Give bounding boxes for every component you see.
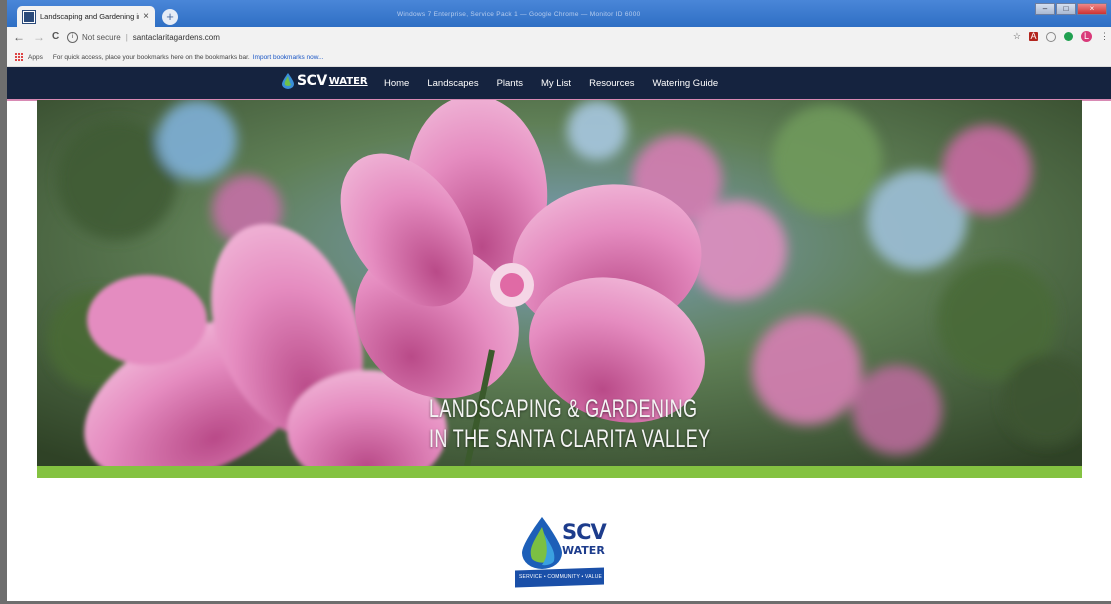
hero-title: LANDSCAPING & GARDENING IN THE SANTA CLA… [429, 394, 710, 454]
hero-banner: LANDSCAPING & GARDENING IN THE SANTA CLA… [37, 100, 1082, 466]
nav-watering-guide[interactable]: Watering Guide [644, 78, 728, 89]
bookmarks-bar: Apps For quick access, place your bookma… [7, 48, 1111, 67]
security-label: Not secure [82, 33, 121, 42]
url-separator: | [125, 33, 128, 42]
extensions-area: ☆ A L ⋮ [1013, 31, 1109, 42]
nav-resources[interactable]: Resources [580, 78, 643, 89]
new-tab-button[interactable]: + [162, 9, 178, 25]
site-header: SCV WATER Home Landscapes Plants My List… [7, 67, 1111, 101]
apps-shortcut[interactable]: Apps [28, 54, 43, 61]
nav-plants[interactable]: Plants [488, 78, 532, 89]
water-drop-logo-icon [522, 517, 562, 569]
window-controls: – □ × [1035, 3, 1107, 15]
hero-title-line2: IN THE SANTA CLARITA VALLEY [429, 425, 711, 453]
import-bookmarks-link[interactable]: Import bookmarks now... [253, 54, 324, 61]
nav-my-list[interactable]: My List [532, 78, 580, 89]
apps-grid-icon[interactable] [15, 53, 23, 61]
forward-arrow-icon[interactable]: → [33, 30, 45, 44]
hero-title-line1: LANDSCAPING & GARDENING [429, 395, 698, 423]
info-icon[interactable]: i [67, 32, 78, 43]
water-drop-icon [282, 73, 294, 89]
logo-primary-text: SCV [297, 73, 327, 89]
minimize-button[interactable]: – [1035, 3, 1055, 15]
footer-logo-tagline: SERVICE • COMMUNITY • VALUE [519, 574, 603, 580]
close-tab-icon[interactable]: × [143, 11, 149, 22]
tab-title: Landscaping and Gardening in t [40, 12, 140, 21]
url-text[interactable]: santaclaritagardens.com [133, 33, 220, 42]
bookmarks-hint: For quick access, place your bookmarks h… [52, 53, 250, 61]
hero-accent-bar [37, 466, 1082, 478]
main-menu: Home Landscapes Plants My List Resources… [375, 67, 727, 99]
browser-title-bar: Landscaping and Gardening in t × + Windo… [7, 0, 1111, 27]
site-favicon-icon [22, 9, 36, 24]
back-arrow-icon[interactable]: ← [13, 30, 25, 44]
pdf-extension-icon[interactable]: A [1029, 32, 1038, 41]
nav-home[interactable]: Home [375, 78, 418, 89]
close-window-button[interactable]: × [1077, 3, 1107, 15]
window-title: Windows 7 Enterprise, Service Pack 1 — G… [397, 11, 641, 18]
profile-avatar[interactable]: L [1081, 31, 1092, 42]
maximize-button[interactable]: □ [1056, 3, 1076, 15]
footer-logo-secondary: WATER [562, 544, 605, 557]
footer-logo-primary: SCV [562, 520, 607, 544]
site-logo[interactable]: SCV WATER [282, 73, 368, 89]
browser-tab[interactable]: Landscaping and Gardening in t × [17, 6, 155, 27]
omnibox[interactable]: i Not secure | santaclaritagardens.com [67, 30, 987, 45]
nav-landscapes[interactable]: Landscapes [418, 78, 487, 89]
reload-icon[interactable]: C [52, 31, 59, 42]
grammar-extension-icon[interactable] [1064, 32, 1073, 41]
extension-circle-icon[interactable] [1046, 31, 1056, 42]
footer-logo[interactable]: SCV WATER SERVICE • COMMUNITY • VALUE [515, 517, 607, 589]
logo-secondary-text: WATER [328, 75, 368, 87]
bookmark-star-icon[interactable]: ☆ [1013, 31, 1021, 42]
browser-menu-icon[interactable]: ⋮ [1100, 31, 1109, 42]
address-toolbar: ← → C i Not secure | santaclaritagardens… [7, 27, 1111, 48]
